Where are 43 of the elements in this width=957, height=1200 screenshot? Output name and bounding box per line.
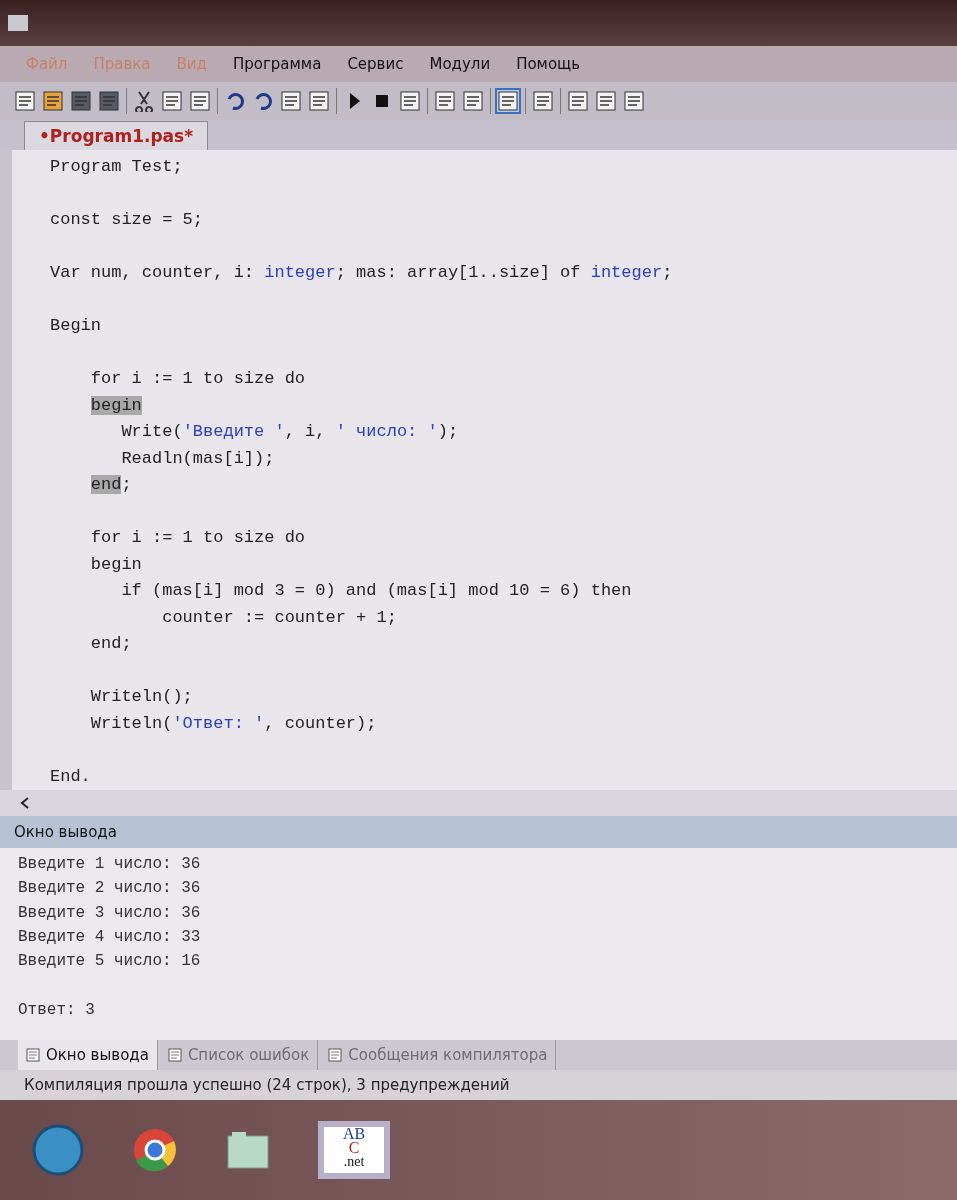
code-line: Write('Введите ', i, ' число: '); (120, 421, 460, 443)
code-line: Readln(mas[i]); (120, 447, 276, 470)
app-icon (8, 15, 28, 31)
code-line: counter := counter + 1; (161, 606, 398, 629)
app-logo[interactable]: AB C .net (318, 1121, 390, 1179)
code-line: Program Test; (50, 156, 184, 178)
menu-item[interactable]: Модули (429, 55, 491, 73)
code-line: Writeln('Ответ: ', counter); (89, 712, 378, 735)
status-text: Компиляция прошла успешно (24 строк), 3 предупреждений (0, 1070, 957, 1100)
output-line: Введите 3 число: 36 (18, 902, 202, 924)
browser-icon[interactable] (132, 1127, 178, 1173)
open-folder-icon[interactable] (42, 90, 64, 112)
new-file-icon[interactable] (14, 90, 36, 112)
output-line: Введите 1 число: 36 (18, 854, 202, 875)
menu-item[interactable]: Помощь (516, 55, 581, 73)
menu-item[interactable]: Сервис (347, 55, 404, 73)
code-line: Begin (50, 315, 102, 337)
menu-item[interactable]: Программа (232, 55, 322, 73)
code-line: begin (89, 553, 143, 576)
output-line: Ответ: 3 (18, 999, 96, 1021)
start-orb-icon[interactable] (32, 1124, 84, 1176)
code-line: for i := 1 to size do (89, 368, 307, 390)
code-line: end; (89, 633, 133, 655)
scroll-left-icon[interactable] (20, 797, 30, 809)
code-line: Writeln(); (89, 686, 194, 708)
output-line: Введите 5 число: 16 (18, 951, 202, 973)
panel-icon (26, 1048, 40, 1062)
save-icon[interactable] (70, 90, 92, 112)
file-tab[interactable]: •Program1.pas* (24, 121, 209, 150)
save-all-icon[interactable] (98, 90, 120, 112)
panel-title: Окно вывода (0, 816, 957, 848)
output-line: Введите 4 число: 33 (18, 926, 202, 948)
panel-icon (167, 1048, 182, 1062)
panel-icon (328, 1048, 343, 1062)
code-line: End. (50, 765, 92, 788)
panel-tab[interactable]: Окно вывода (18, 1040, 158, 1070)
code-line: if (mas[i] mod 3 = 0) and (mas[i] mod 10 = 6) then (120, 580, 633, 602)
cut-icon[interactable] (133, 90, 155, 112)
folder-icon[interactable] (226, 1130, 270, 1170)
code-line: for i := 1 to size do (89, 527, 307, 549)
code-line: const size = 5; (50, 209, 205, 231)
output-line: Введите 2 число: 36 (18, 878, 202, 900)
code-line: Var num, counter, i: integer; mas: array[1..size] of integer; (50, 262, 674, 284)
